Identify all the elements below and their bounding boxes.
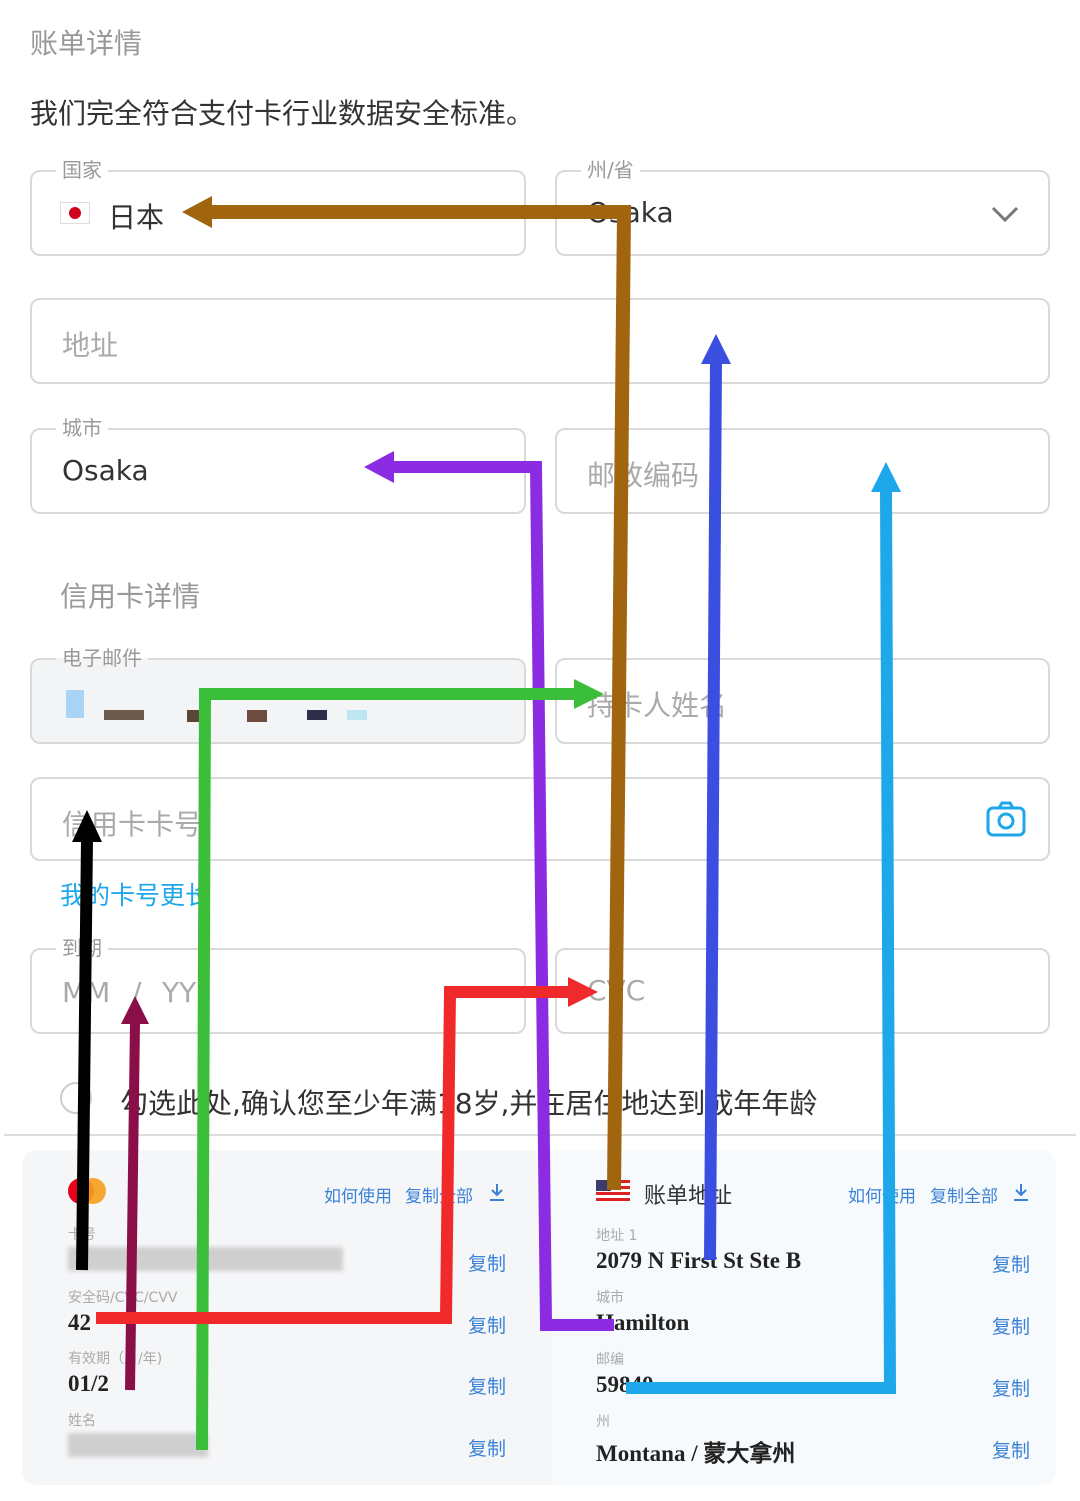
camera-icon[interactable] — [986, 801, 1026, 837]
card-number-placeholder: 信用卡卡号 — [62, 808, 203, 841]
left-expiry-label: 有效期（月/年) — [68, 1351, 163, 1367]
copy-card-number[interactable]: 复制 — [468, 1249, 506, 1276]
right-city-value: Hamilton — [596, 1310, 690, 1335]
card-number-redacted — [68, 1247, 343, 1271]
email-input[interactable]: 电子邮件 — [30, 646, 526, 744]
state-value: Osaka — [587, 196, 674, 229]
zip-input[interactable]: 邮政编码 — [555, 428, 1050, 514]
mastercard-icon — [68, 1178, 106, 1204]
expiry-input[interactable]: 到期 MM / YY — [30, 936, 526, 1034]
copy-expiry[interactable]: 复制 — [468, 1372, 506, 1399]
age-checkbox[interactable] — [60, 1082, 92, 1114]
copy-city[interactable]: 复制 — [992, 1312, 1030, 1339]
cvc-placeholder: CVC — [587, 974, 646, 1007]
country-label: 国家 — [56, 158, 108, 182]
right-address-label: 地址 1 — [596, 1228, 638, 1244]
country-select[interactable]: 国家 日本 — [30, 158, 526, 256]
left-cvc-value: 42 — [68, 1310, 91, 1335]
copy-zip[interactable]: 复制 — [992, 1374, 1030, 1401]
card-number-input[interactable]: 信用卡卡号 — [30, 777, 1050, 861]
right-how-to-use-link[interactable]: 如何使用 — [848, 1182, 916, 1207]
zip-placeholder: 邮政编码 — [587, 459, 700, 492]
compliance-text: 我们完全符合支付卡行业数据安全标准。 — [30, 97, 535, 130]
email-redacted-6 — [347, 710, 367, 720]
expiry-slash: / — [132, 976, 142, 1009]
copy-name[interactable]: 复制 — [468, 1434, 506, 1461]
right-copy-all-link[interactable]: 复制全部 — [930, 1182, 998, 1207]
right-state-label: 州 — [596, 1414, 610, 1430]
left-card-number-label: 卡号 — [68, 1227, 96, 1243]
download-icon[interactable] — [488, 1182, 506, 1202]
section-divider — [4, 1134, 1076, 1136]
copy-cvc[interactable]: 复制 — [468, 1311, 506, 1338]
us-flag-icon — [596, 1180, 630, 1202]
right-state-value: Montana / 蒙大拿州 — [596, 1441, 796, 1466]
city-value: Osaka — [62, 454, 149, 487]
right-zip-value: 59840 — [596, 1372, 654, 1397]
copy-state[interactable]: 复制 — [992, 1436, 1030, 1463]
city-label: 城市 — [56, 416, 108, 440]
right-address-value: 2079 N First St Ste B — [596, 1248, 802, 1273]
card-details-title: 信用卡详情 — [60, 580, 201, 613]
expiry-mm: MM — [62, 976, 111, 1009]
longer-card-link[interactable]: 我的卡号更长 — [60, 876, 210, 912]
japan-flag-icon — [60, 202, 90, 224]
left-name-label: 姓名 — [68, 1413, 96, 1429]
chevron-down-icon — [991, 206, 1019, 223]
cvc-input[interactable]: CVC — [555, 948, 1050, 1034]
country-value: 日本 — [108, 201, 165, 234]
state-select[interactable]: 州/省 Osaka — [555, 158, 1050, 256]
age-confirm-text: 勾选此处,确认您至少年满18岁,并在居住地达到成年年龄 — [120, 1087, 818, 1120]
left-expiry-value: 01/2 — [68, 1371, 109, 1396]
left-cvc-label: 安全码/CVC/CVV — [68, 1290, 178, 1306]
state-label: 州/省 — [581, 158, 640, 182]
email-redacted-5 — [307, 710, 327, 720]
email-redacted-1 — [66, 690, 84, 718]
download-icon[interactable] — [1012, 1182, 1030, 1202]
email-redacted-2 — [104, 710, 144, 720]
address-placeholder: 地址 — [62, 329, 119, 362]
billing-title: 账单详情 — [30, 27, 143, 60]
name-redacted — [68, 1433, 208, 1457]
email-redacted-4 — [247, 710, 267, 722]
expiry-yy: YY — [162, 976, 197, 1009]
cardholder-placeholder: 持卡人姓名 — [587, 689, 728, 722]
right-zip-label: 邮编 — [596, 1352, 624, 1368]
city-input[interactable]: 城市 Osaka — [30, 416, 526, 514]
left-copy-all-link[interactable]: 复制全部 — [405, 1182, 473, 1207]
email-redacted-3 — [187, 710, 207, 722]
address-input[interactable]: 地址 — [30, 298, 1050, 384]
email-label: 电子邮件 — [56, 646, 148, 670]
expiry-label: 到期 — [56, 936, 108, 960]
right-city-label: 城市 — [596, 1290, 624, 1306]
left-how-to-use-link[interactable]: 如何使用 — [324, 1182, 392, 1207]
cardholder-input[interactable]: 持卡人姓名 — [555, 658, 1050, 744]
billing-address-title: 账单地址 — [644, 1184, 733, 1209]
copy-address[interactable]: 复制 — [992, 1250, 1030, 1277]
